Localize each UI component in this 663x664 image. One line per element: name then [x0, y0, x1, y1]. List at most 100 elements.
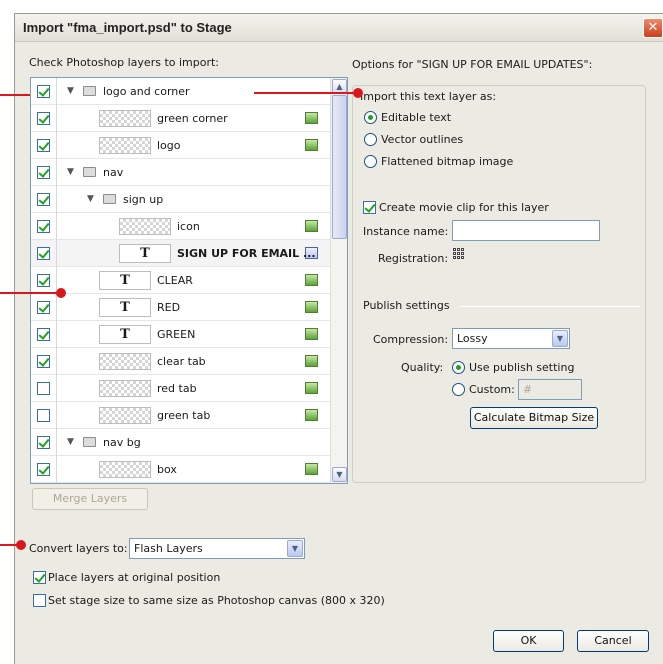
column-divider [56, 132, 57, 159]
title-bar[interactable]: Import "fma_import.psd" to Stage ✕ [15, 14, 663, 42]
instance-name-input[interactable] [452, 220, 600, 241]
scroll-down-icon[interactable]: ▼ [332, 467, 347, 482]
layer-settings-icon[interactable] [305, 112, 318, 124]
chevron-down-icon[interactable]: ▼ [287, 540, 303, 557]
layer-settings-icon[interactable] [305, 409, 318, 421]
layer-thumbnail [99, 461, 151, 478]
column-divider [56, 159, 57, 186]
layer-checkbox[interactable] [37, 463, 50, 476]
merge-layers-button[interactable]: Merge Layers [32, 488, 148, 510]
layer-checkbox[interactable] [37, 328, 50, 341]
quality-custom-label: Custom: [469, 383, 515, 396]
layer-checkbox[interactable] [37, 220, 50, 233]
chevron-down-icon[interactable]: ▼ [552, 330, 568, 347]
publish-divider [459, 306, 640, 307]
callout-line-layers [0, 94, 30, 96]
callout-dot-text-layers [56, 288, 66, 298]
instance-name-label: Instance name: [363, 225, 449, 238]
layer-settings-icon[interactable] [305, 139, 318, 151]
layers-header: Check Photoshop layers to import: [29, 56, 220, 69]
layer-row[interactable]: T RED [31, 294, 331, 321]
layer-row[interactable]: green tab [31, 402, 331, 429]
layer-checkbox[interactable] [37, 193, 50, 206]
layer-row[interactable]: T GREEN [31, 321, 331, 348]
radio-custom-quality[interactable] [452, 383, 465, 396]
expand-triangle-icon[interactable]: ▼ [67, 167, 74, 177]
layer-checkbox[interactable] [37, 355, 50, 368]
text-layer-icon: T [99, 298, 151, 317]
layer-tree[interactable]: ▼ logo and corner green corner logo ▼ nav ▼ sig… [30, 77, 348, 484]
layer-thumbnail [99, 110, 151, 127]
layer-row[interactable]: ▼ nav [31, 159, 331, 186]
column-divider [56, 348, 57, 375]
layer-checkbox[interactable] [37, 382, 50, 395]
options-header: Options for "SIGN UP FOR EMAIL UPDATES": [352, 58, 593, 71]
convert-select[interactable]: Flash Layers ▼ [129, 538, 305, 559]
layer-settings-icon[interactable] [305, 274, 318, 286]
layer-row[interactable]: red tab [31, 375, 331, 402]
layer-settings-icon[interactable] [305, 301, 318, 313]
layer-row[interactable]: green corner [31, 105, 331, 132]
radio-bitmap-label: Flattened bitmap image [381, 155, 514, 168]
layer-row[interactable]: icon [31, 213, 331, 240]
expand-triangle-icon[interactable]: ▼ [67, 86, 74, 96]
radio-editable-text[interactable] [364, 111, 377, 124]
layer-name: green corner [157, 112, 228, 125]
layer-row[interactable]: T CLEAR [31, 267, 331, 294]
layer-name: logo [157, 139, 181, 152]
layer-settings-icon[interactable] [305, 382, 318, 394]
column-divider [56, 321, 57, 348]
scroll-thumb[interactable] [332, 95, 347, 239]
dialog-title: Import "fma_import.psd" to Stage [23, 20, 232, 35]
place-layers-checkbox[interactable] [33, 571, 46, 584]
layer-checkbox[interactable] [37, 409, 50, 422]
layer-checkbox[interactable] [37, 436, 50, 449]
layer-row[interactable]: T SIGN UP FOR EMAIL ... [31, 240, 331, 267]
layer-name: RED [157, 301, 181, 314]
layer-name: nav [103, 166, 124, 179]
layer-checkbox[interactable] [37, 247, 50, 260]
layer-name: logo and corner [103, 85, 190, 98]
layer-checkbox[interactable] [37, 112, 50, 125]
layer-checkbox[interactable] [37, 274, 50, 287]
layer-row[interactable]: logo [31, 132, 331, 159]
text-layer-icon: T [99, 325, 151, 344]
layer-row[interactable]: clear tab [31, 348, 331, 375]
radio-use-publish-setting[interactable] [452, 361, 465, 374]
layer-settings-icon[interactable] [305, 220, 318, 232]
stage-size-checkbox[interactable] [33, 594, 46, 607]
radio-vector-outlines[interactable] [364, 133, 377, 146]
ok-button[interactable]: OK [493, 630, 564, 652]
layer-settings-icon[interactable] [305, 328, 318, 340]
layer-row[interactable]: box [31, 456, 331, 483]
layer-name: clear tab [157, 355, 206, 368]
radio-flattened-bitmap[interactable] [364, 155, 377, 168]
layer-name: box [157, 463, 177, 476]
close-icon[interactable]: ✕ [643, 18, 663, 38]
stage-size-label: Set stage size to same size as Photoshop… [48, 594, 385, 607]
layer-checkbox[interactable] [37, 139, 50, 152]
import-as-label: Import this text layer as: [360, 90, 497, 103]
layer-checkbox[interactable] [37, 301, 50, 314]
calculate-bitmap-size-button[interactable]: Calculate Bitmap Size [470, 407, 598, 429]
registration-grid-icon[interactable] [453, 248, 465, 260]
layer-checkbox[interactable] [37, 166, 50, 179]
layer-settings-icon[interactable] [305, 463, 318, 475]
layer-row[interactable]: ▼ sign up [31, 186, 331, 213]
tree-scrollbar[interactable]: ▲ ▼ [330, 78, 347, 483]
layer-name: green tab [157, 409, 211, 422]
column-divider [56, 375, 57, 402]
cancel-button[interactable]: Cancel [577, 630, 649, 652]
custom-quality-input[interactable]: # [518, 379, 582, 400]
column-divider [56, 105, 57, 132]
movie-clip-checkbox[interactable] [363, 201, 376, 214]
compression-select[interactable]: Lossy ▼ [452, 328, 570, 349]
layer-settings-icon[interactable] [305, 355, 318, 367]
expand-triangle-icon[interactable]: ▼ [87, 194, 94, 204]
layer-checkbox[interactable] [37, 85, 50, 98]
layer-row[interactable]: ▼ nav bg [31, 429, 331, 456]
expand-triangle-icon[interactable]: ▼ [67, 437, 74, 447]
layer-thumbnail [99, 353, 151, 370]
folder-icon [103, 194, 116, 204]
folder-icon [83, 437, 96, 447]
